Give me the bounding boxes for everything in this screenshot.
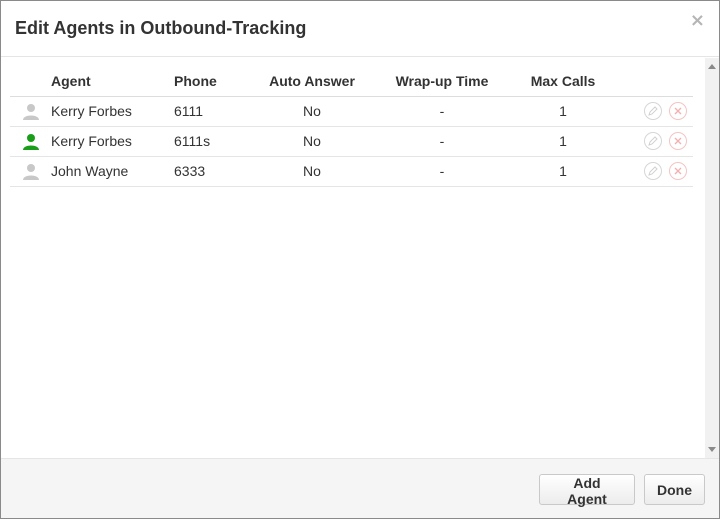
delete-icon[interactable] — [669, 102, 687, 121]
add-agent-button[interactable]: Add Agent — [539, 474, 635, 507]
done-button[interactable]: Done — [644, 474, 705, 505]
header-auto-answer: Auto Answer — [257, 66, 367, 97]
vertical-scrollbar[interactable] — [705, 58, 719, 458]
edit-icon[interactable] — [644, 102, 663, 121]
edit-icon[interactable] — [644, 162, 663, 181]
agent-max-calls: 1 — [517, 126, 609, 157]
header-status — [10, 66, 51, 97]
modal-body: Agent Phone Auto Answer Wrap-up Time Max… — [1, 58, 719, 458]
status-cell — [10, 126, 51, 157]
agent-max-calls: 1 — [517, 156, 609, 187]
row-actions — [609, 96, 693, 127]
agent-phone: 6111s — [174, 126, 257, 157]
header-agent: Agent — [51, 66, 174, 97]
header-phone: Phone — [174, 66, 257, 97]
status-cell — [10, 96, 51, 127]
header-actions — [609, 66, 693, 97]
row-actions — [609, 156, 693, 187]
agent-name: Kerry Forbes — [51, 126, 174, 157]
status-cell — [10, 156, 51, 187]
agent-phone: 6333 — [174, 156, 257, 187]
modal-header: Edit Agents in Outbound-Tracking × — [1, 1, 719, 57]
scroll-down-arrow-icon[interactable] — [708, 447, 716, 452]
agent-phone: 6111 — [174, 96, 257, 127]
scroll-up-arrow-icon[interactable] — [708, 64, 716, 69]
agent-wrapup-time: - — [367, 156, 517, 187]
header-wrapup-time: Wrap-up Time — [367, 66, 517, 97]
table-header-row: Agent Phone Auto Answer Wrap-up Time Max… — [10, 66, 693, 97]
modal-title: Edit Agents in Outbound-Tracking — [15, 18, 307, 38]
close-icon[interactable]: × — [690, 10, 705, 31]
agent-name: Kerry Forbes — [51, 96, 174, 127]
modal-footer: Add Agent Done — [1, 458, 719, 518]
agent-wrapup-time: - — [367, 96, 517, 127]
delete-icon[interactable] — [669, 162, 687, 181]
edit-icon[interactable] — [644, 132, 663, 151]
header-max-calls: Max Calls — [517, 66, 609, 97]
agent-wrapup-time: - — [367, 126, 517, 157]
edit-agents-modal: Edit Agents in Outbound-Tracking × Agent… — [0, 0, 720, 519]
table-row: Kerry Forbes 6111s No - 1 — [10, 126, 693, 157]
agent-max-calls: 1 — [517, 96, 609, 127]
table-row: Kerry Forbes 6111 No - 1 — [10, 96, 693, 127]
user-icon — [22, 104, 39, 121]
user-icon — [22, 134, 39, 151]
agents-table: Agent Phone Auto Answer Wrap-up Time Max… — [10, 66, 693, 187]
delete-icon[interactable] — [669, 132, 687, 151]
agent-auto-answer: No — [257, 156, 367, 187]
agent-name: John Wayne — [51, 156, 174, 187]
agent-auto-answer: No — [257, 96, 367, 127]
agent-auto-answer: No — [257, 126, 367, 157]
row-actions — [609, 126, 693, 157]
table-row: John Wayne 6333 No - 1 — [10, 156, 693, 187]
user-icon — [22, 164, 39, 181]
